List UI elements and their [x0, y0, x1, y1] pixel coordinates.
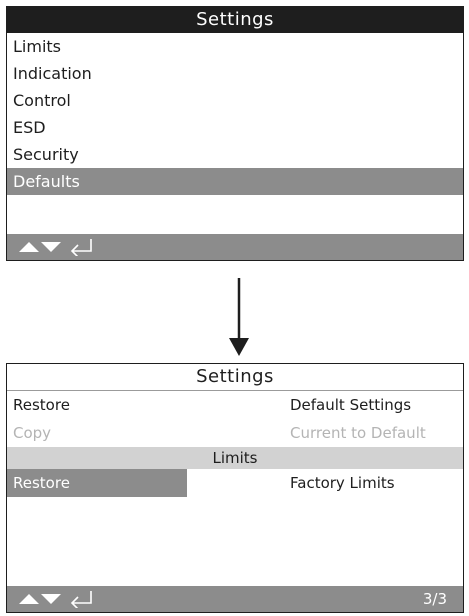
copy-label: Copy [13, 424, 52, 442]
copy-current-to-default-row: Copy Current to Default [7, 419, 463, 447]
restore-factory-limits-row[interactable]: Restore Factory Limits [7, 469, 463, 497]
limits-section-header: Limits [7, 447, 463, 469]
settings-screen-main: Settings Limits Indication Control ESD S… [6, 6, 464, 261]
up-triangle-icon[interactable] [19, 240, 39, 254]
menu-item-indication[interactable]: Indication [7, 60, 463, 87]
restore-default-settings-row[interactable]: Restore Default Settings [7, 391, 463, 419]
current-to-default-value: Current to Default [290, 424, 426, 442]
down-arrow-icon [229, 278, 249, 356]
factory-limits-value: Factory Limits [290, 474, 395, 492]
enter-arrow-icon[interactable] [69, 238, 95, 256]
down-triangle-icon[interactable] [41, 240, 63, 254]
enter-arrow-icon[interactable] [69, 590, 95, 608]
nav-keys [19, 590, 95, 608]
nav-keys [19, 238, 95, 256]
menu-item-security[interactable]: Security [7, 141, 463, 168]
menu-item-defaults[interactable]: Defaults [7, 168, 463, 195]
nav-footer [7, 234, 463, 260]
restore-label[interactable]: Restore [13, 391, 70, 419]
down-triangle-icon[interactable] [41, 592, 63, 606]
menu-item-esd[interactable]: ESD [7, 114, 463, 141]
settings-menu: Limits Indication Control ESD Security D… [7, 33, 463, 195]
menu-item-limits[interactable]: Limits [7, 33, 463, 60]
default-settings-value: Default Settings [290, 396, 412, 414]
menu-item-control[interactable]: Control [7, 87, 463, 114]
settings-screen-defaults: Settings Restore Default Settings Copy C… [6, 363, 464, 613]
screen-title: Settings [7, 364, 463, 391]
page-indicator: 3/3 [422, 590, 447, 608]
up-triangle-icon[interactable] [19, 592, 39, 606]
nav-footer: 3/3 [7, 586, 463, 612]
screen-title: Settings [7, 7, 463, 33]
restore-label-selected[interactable]: Restore [7, 469, 187, 497]
